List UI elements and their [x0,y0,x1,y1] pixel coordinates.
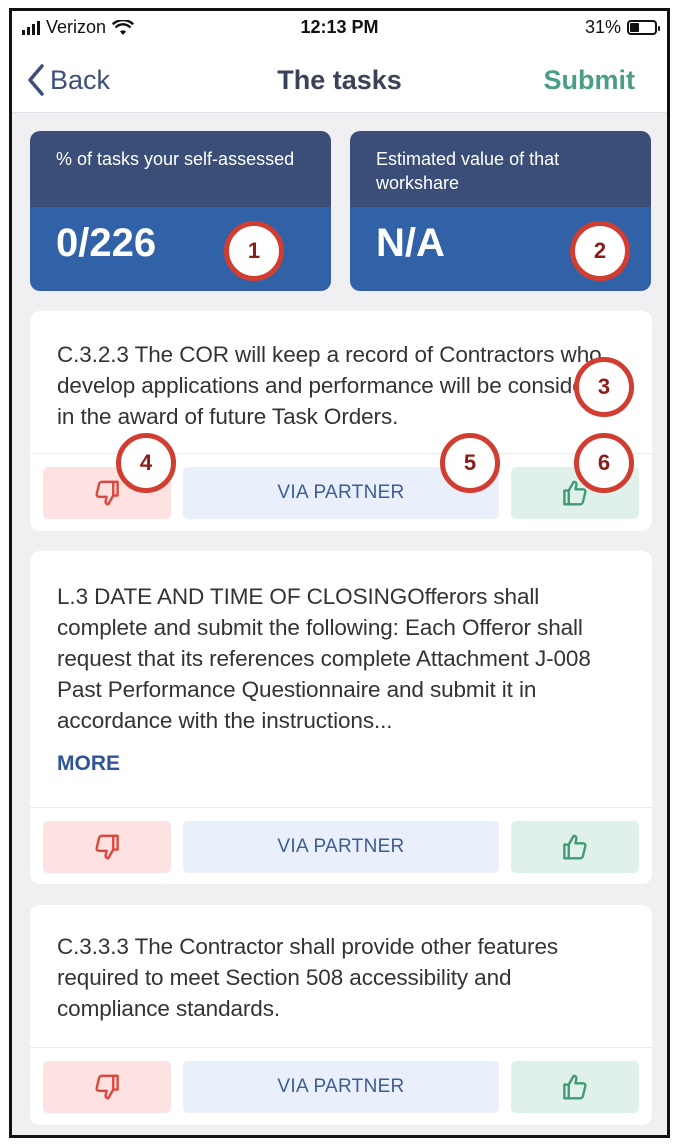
phone-screen: Verizon 12:13 PM 31% Back The tasks Subm… [9,8,670,1138]
thumbs-up-icon [563,1074,587,1100]
annotation-marker: 1 [224,221,284,281]
back-label: Back [50,64,111,95]
thumbs-down-button[interactable] [43,1061,171,1113]
thumbs-up-button[interactable] [511,821,639,873]
stat-value-text: 0/226 [56,221,157,265]
task-card: C.3.2.3 The COR will keep a record of Co… [30,311,652,531]
task-card: L.3 DATE AND TIME OF CLOSINGOfferors sha… [30,551,652,884]
more-link[interactable]: MORE [30,752,652,776]
battery-percent: 31% [584,17,621,37]
stat-label: Estimated value of that workshare [350,131,651,207]
via-partner-button[interactable]: VIA PARTNER [183,821,499,873]
task-text: C.3.2.3 The COR will keep a record of Co… [57,342,617,429]
stat-card-tasks-assessed: % of tasks your self-assessed 0/226 [30,131,331,291]
thumbs-down-icon [95,480,119,506]
task-text: L.3 DATE AND TIME OF CLOSINGOfferors sha… [57,584,591,733]
via-partner-button[interactable]: VIA PARTNER [183,1061,499,1113]
thumbs-up-icon [563,834,587,860]
annotation-marker: 3 [574,357,634,417]
stat-value: 0/226 [30,207,331,291]
status-time: 12:13 PM [300,17,379,37]
battery-group: 31% [584,17,660,38]
thumbs-down-button[interactable] [43,821,171,873]
battery-icon [627,20,660,35]
card-divider [30,807,652,808]
stat-value-text: N/A [376,221,445,265]
stat-label: % of tasks your self-assessed [30,131,331,207]
nav-bar: Back The tasks Submit [12,51,667,113]
back-button[interactable]: Back [26,63,110,97]
card-divider [30,1047,652,1048]
task-actions: VIA PARTNER [43,1061,639,1113]
annotation-marker: 5 [440,433,500,493]
submit-button[interactable]: Submit [544,65,636,96]
thumbs-down-icon [95,1074,119,1100]
task-card: C.3.3.3 The Contractor shall provide oth… [30,905,652,1125]
thumbs-up-button[interactable] [511,1061,639,1113]
annotation-marker: 6 [574,433,634,493]
annotation-marker: 2 [570,221,630,281]
task-actions: VIA PARTNER [43,821,639,873]
status-bar: Verizon 12:13 PM 31% [12,11,667,51]
task-text: C.3.3.3 The Contractor shall provide oth… [57,934,559,1021]
thumbs-down-icon [95,834,119,860]
chevron-left-icon [28,64,44,96]
annotation-marker: 4 [116,433,176,493]
